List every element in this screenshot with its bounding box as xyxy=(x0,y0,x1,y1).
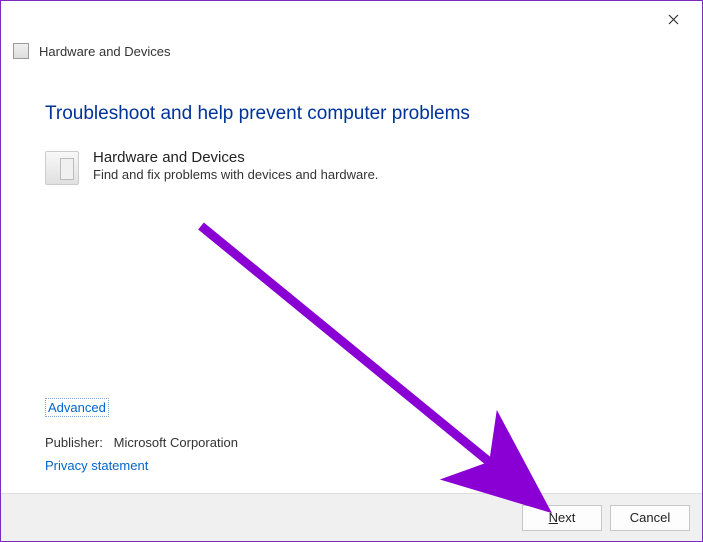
publisher-label: Publisher: xyxy=(45,435,103,450)
troubleshooter-item: Hardware and Devices Find and fix proble… xyxy=(45,149,658,185)
annotation-arrow xyxy=(191,216,571,516)
lower-block: Advanced Publisher: Microsoft Corporatio… xyxy=(45,398,238,473)
item-description: Find and fix problems with devices and h… xyxy=(93,167,378,182)
privacy-link[interactable]: Privacy statement xyxy=(45,458,238,473)
advanced-link[interactable]: Advanced xyxy=(45,398,109,417)
page-heading: Troubleshoot and help prevent computer p… xyxy=(45,103,658,125)
titlebar xyxy=(1,1,702,37)
hardware-devices-icon xyxy=(45,151,79,185)
item-title: Hardware and Devices xyxy=(93,149,378,166)
header: Hardware and Devices xyxy=(1,37,702,73)
publisher-line: Publisher: Microsoft Corporation xyxy=(45,435,238,450)
window-title: Hardware and Devices xyxy=(39,44,171,59)
close-icon xyxy=(668,14,679,25)
footer: Next Cancel xyxy=(1,493,702,541)
publisher-value: Microsoft Corporation xyxy=(114,435,238,450)
content-area: Troubleshoot and help prevent computer p… xyxy=(1,73,702,185)
troubleshooter-icon xyxy=(13,43,29,59)
close-button[interactable] xyxy=(656,6,690,32)
next-accel: N xyxy=(549,510,558,525)
next-rest: ext xyxy=(558,510,575,525)
cancel-button[interactable]: Cancel xyxy=(610,505,690,531)
next-button[interactable]: Next xyxy=(522,505,602,531)
